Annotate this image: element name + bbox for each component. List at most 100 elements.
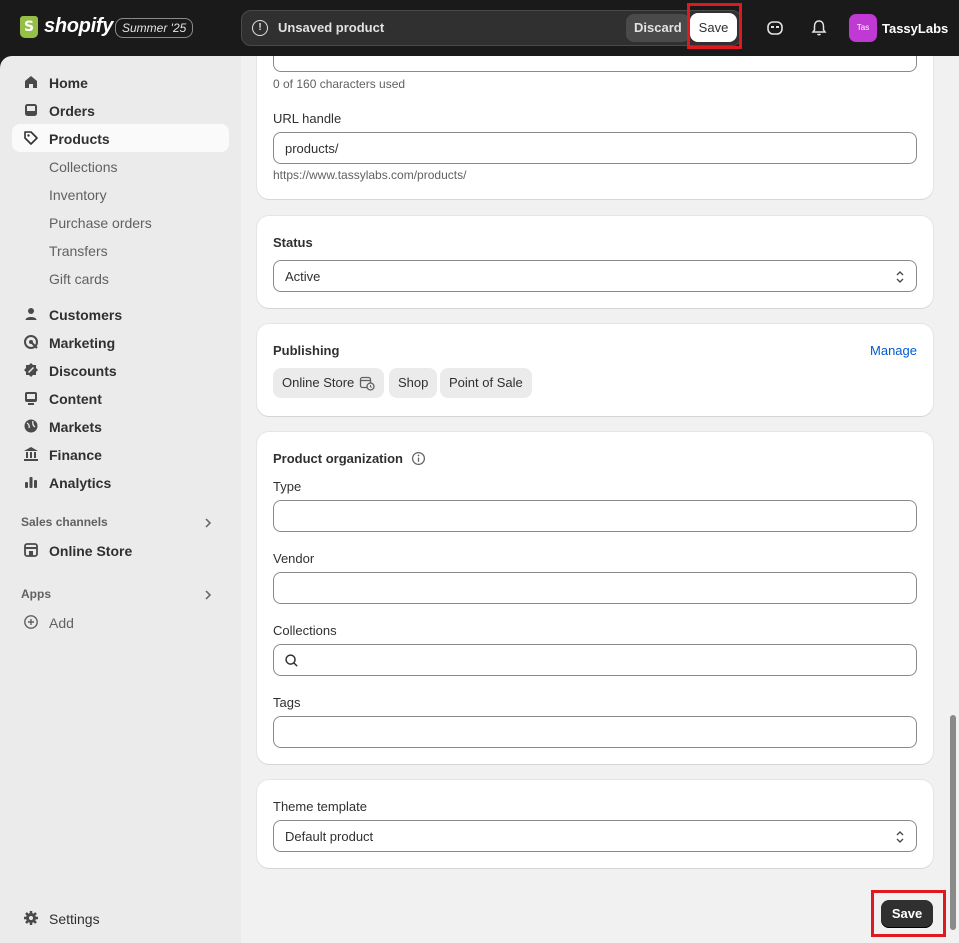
inbox-icon (25, 104, 37, 116)
sidebar-subitem-transfers[interactable]: Transfers (49, 243, 108, 259)
url-preview: https://www.tassylabs.com/products/ (273, 168, 467, 182)
url-handle-input[interactable]: products/ (273, 132, 917, 164)
collections-label: Collections (273, 623, 337, 638)
chevron-right-icon[interactable] (203, 590, 213, 600)
status-value: Active (285, 269, 321, 284)
product-organization-title: Product organization (273, 451, 403, 466)
sidebar-item-discounts[interactable]: Discounts (12, 356, 229, 384)
status-label: Status (273, 235, 313, 250)
person-icon (25, 308, 37, 320)
main-content: 0 of 160 characters used URL handle prod… (241, 56, 959, 943)
scrollbar-thumb[interactable] (950, 715, 956, 930)
shopify-bag-icon (20, 15, 38, 38)
sidebar: Home Orders Products Collections Invento… (0, 56, 241, 943)
sidebar-item-add-app[interactable]: Add (12, 608, 229, 636)
top-bar: shopify Summer '25 ! Unsaved product Dis… (0, 0, 959, 56)
avatar: Tas (849, 14, 877, 42)
product-organization-card: Product organization Type Vendor Collect… (257, 432, 933, 764)
sidebar-item-label: Settings (49, 911, 100, 927)
sidebar-item-label: Discounts (49, 363, 117, 379)
target-icon (24, 335, 38, 349)
sidebar-item-orders[interactable]: Orders (12, 96, 229, 124)
theme-template-value: Default product (285, 829, 374, 844)
seo-card: 0 of 160 characters used URL handle prod… (257, 56, 933, 199)
chevron-right-icon[interactable] (203, 518, 213, 528)
channel-label: Shop (398, 375, 429, 390)
sidebar-item-label: Finance (49, 447, 102, 463)
sidebar-item-markets[interactable]: Markets (12, 412, 229, 440)
url-handle-value: products/ (285, 141, 339, 156)
sidebar-item-label: Add (49, 615, 74, 631)
bank-icon (24, 447, 38, 461)
channel-pill-point-of-sale[interactable]: Point of Sale (440, 368, 532, 398)
sidebar-subitem-gift-cards[interactable]: Gift cards (49, 271, 109, 287)
discount-icon (24, 363, 38, 377)
sidebar-item-label: Online Store (49, 543, 133, 559)
vendor-input[interactable] (273, 572, 917, 604)
sidebar-item-home[interactable]: Home (12, 68, 229, 96)
status-card: Status Active (257, 216, 933, 308)
select-arrows-icon (896, 831, 904, 843)
store-name: TassyLabs (882, 20, 949, 36)
collections-search-input[interactable] (273, 644, 917, 676)
select-arrows-icon (896, 271, 904, 283)
sidebar-subitem-inventory[interactable]: Inventory (49, 187, 107, 203)
sidebar-item-products[interactable]: Products (12, 124, 229, 152)
sales-channels-title[interactable]: Sales channels (21, 515, 108, 529)
seo-description-input[interactable] (273, 56, 917, 72)
sidebar-item-marketing[interactable]: Marketing (12, 328, 229, 356)
theme-template-card: Theme template Default product (257, 780, 933, 868)
home-icon (25, 76, 37, 88)
sidebar-subitem-collections[interactable]: Collections (49, 159, 117, 175)
brand-name: shopify (44, 15, 114, 37)
vendor-label: Vendor (273, 551, 315, 566)
theme-template-label: Theme template (273, 799, 367, 814)
info-icon[interactable] (411, 451, 426, 466)
bar-chart-icon (25, 477, 37, 488)
save-button-top[interactable]: Save (690, 13, 737, 42)
type-input[interactable] (273, 500, 917, 532)
content-icon (25, 392, 37, 405)
bell-icon[interactable] (809, 18, 829, 38)
sidebar-item-analytics[interactable]: Analytics (12, 468, 229, 496)
alert-circle-icon: ! (252, 20, 268, 36)
discard-button[interactable]: Discard (626, 14, 690, 42)
sidekick-icon[interactable] (765, 18, 785, 38)
user-menu[interactable]: Tas TassyLabs (849, 14, 948, 42)
sidebar-item-settings[interactable]: Settings (12, 904, 229, 932)
unsaved-changes-bar: ! Unsaved product Discard (241, 10, 742, 46)
tags-label: Tags (273, 695, 301, 710)
search-icon (285, 654, 298, 667)
sidebar-item-finance[interactable]: Finance (12, 440, 229, 468)
channel-label: Online Store (282, 375, 355, 390)
sidebar-item-label: Products (49, 131, 110, 147)
manage-link[interactable]: Manage (870, 343, 917, 358)
save-button-bottom[interactable]: Save (881, 900, 933, 928)
channel-label: Point of Sale (449, 375, 523, 390)
sidebar-subitem-purchase-orders[interactable]: Purchase orders (49, 215, 152, 231)
sidebar-item-content[interactable]: Content (12, 384, 229, 412)
edition-badge[interactable]: Summer '25 (115, 18, 194, 38)
sidebar-item-label: Customers (49, 307, 123, 323)
channel-pill-online-store[interactable]: Online Store (273, 368, 385, 398)
apps-title[interactable]: Apps (21, 587, 51, 601)
gear-icon (24, 911, 38, 925)
tags-input[interactable] (273, 716, 917, 748)
channel-pill-shop[interactable]: Shop (389, 368, 438, 398)
shopify-logo[interactable]: shopify (20, 15, 113, 38)
globe-icon (24, 419, 38, 433)
url-handle-label: URL handle (273, 111, 342, 126)
sidebar-item-label: Marketing (49, 335, 116, 351)
theme-template-select[interactable]: Default product (273, 820, 917, 852)
sidebar-item-label: Analytics (49, 475, 112, 491)
plus-circle-icon (24, 615, 38, 629)
unsaved-message: Unsaved product (278, 20, 385, 35)
type-label: Type (273, 479, 302, 494)
store-icon (24, 543, 38, 557)
sidebar-item-online-store[interactable]: Online Store (12, 536, 229, 564)
sidebar-item-customers[interactable]: Customers (12, 300, 229, 328)
sidebar-item-label: Content (49, 391, 102, 407)
tag-icon (24, 131, 38, 145)
status-select[interactable]: Active (273, 260, 917, 292)
sidebar-item-label: Home (49, 75, 88, 91)
